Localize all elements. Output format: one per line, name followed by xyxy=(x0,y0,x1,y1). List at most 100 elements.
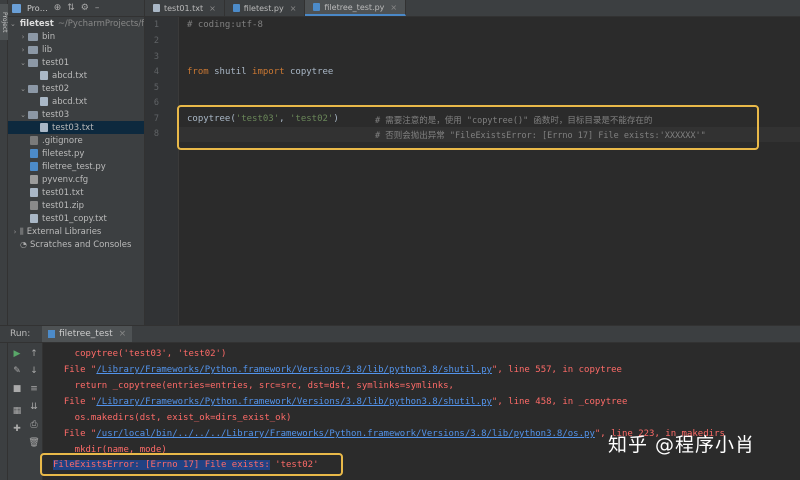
console-line: File "/Library/Frameworks/Python.framewo… xyxy=(53,397,628,407)
run-tool-bar: Run: filetree_test × xyxy=(0,325,800,343)
tree-item-test01-copy-txt[interactable]: test01_copy.txt xyxy=(8,212,144,225)
tree-item-label: filetree_test.py xyxy=(42,161,106,172)
tree-item-lib[interactable]: › lib xyxy=(8,43,144,56)
file-link[interactable]: /usr/local/bin/../../../Library/Framewor… xyxy=(96,429,595,439)
project-icon xyxy=(12,3,21,13)
tree-item-label: filetest.py xyxy=(42,148,85,159)
keyword: import xyxy=(252,67,285,77)
soft-wrap-icon[interactable]: ≡ xyxy=(28,383,40,395)
tree-item-bin[interactable]: › bin xyxy=(8,30,144,43)
scroll-to-end-icon[interactable]: ⇊ xyxy=(28,401,40,413)
arrow-up-icon[interactable]: ↑ xyxy=(28,348,40,360)
tab-label: filetree_test.py xyxy=(324,2,385,12)
tab-filetree-test-py[interactable]: filetree_test.py × xyxy=(305,0,407,16)
chevron-down-icon[interactable]: ⌄ xyxy=(18,111,28,119)
tree-item-test02[interactable]: ⌄ test02 xyxy=(8,82,144,95)
tab-test01-txt[interactable]: test01.txt × xyxy=(145,0,225,16)
tree-item-filetree-test-py[interactable]: filetree_test.py xyxy=(8,160,144,173)
folder-icon xyxy=(28,32,38,41)
text-file-icon xyxy=(40,123,48,132)
print-icon[interactable]: ⎙ xyxy=(28,419,40,431)
line-number: 8 xyxy=(153,129,159,139)
hide-icon[interactable]: – xyxy=(95,3,100,13)
console-line: copytree('test03', 'test02') xyxy=(53,349,227,359)
tree-item-label: test01 xyxy=(42,57,70,68)
close-icon[interactable]: × xyxy=(290,4,297,13)
line-number-gutter: 1 2 3 4 5 6 7 8 xyxy=(145,17,179,325)
tree-item-label: test03.txt xyxy=(52,122,94,133)
gitignore-file-icon xyxy=(30,136,38,145)
tree-item-label: test01.txt xyxy=(42,187,84,198)
layout-icon[interactable]: ▦ xyxy=(11,405,23,417)
code-text: shutil xyxy=(208,67,253,77)
tree-item-test03[interactable]: ⌄ test03 xyxy=(8,108,144,121)
tree-item-label: abcd.txt xyxy=(52,70,88,81)
text-file-icon xyxy=(40,97,48,106)
trash-icon[interactable]: 🗑 xyxy=(28,437,40,449)
left-tool-strip: Project xyxy=(0,0,8,325)
chevron-right-icon[interactable]: › xyxy=(10,228,20,236)
project-panel-title[interactable]: Pro… xyxy=(27,4,48,13)
console-line: return _copytree(entries=entries, src=sr… xyxy=(53,381,454,391)
tree-item-scratches[interactable]: ◔ Scratches and Consoles xyxy=(8,238,144,251)
console-text: File " xyxy=(53,365,97,375)
chevron-down-icon[interactable]: ⌄ xyxy=(18,59,28,67)
line-number: 2 xyxy=(153,36,159,46)
locate-icon[interactable]: ⊕ xyxy=(54,3,62,13)
tree-item-test03-txt[interactable]: test03.txt xyxy=(8,121,144,134)
console-line: File "/Library/Frameworks/Python.framewo… xyxy=(53,365,622,375)
tab-filetest-py[interactable]: filetest.py × xyxy=(225,0,306,16)
line-number: 7 xyxy=(153,114,159,124)
project-tool-tab[interactable]: Project xyxy=(0,4,8,40)
tree-item-test01[interactable]: ⌄ test01 xyxy=(8,56,144,69)
pin-icon[interactable]: ✚ xyxy=(11,423,23,435)
close-icon[interactable]: × xyxy=(390,3,397,12)
code-line-1: # coding:utf-8 xyxy=(187,20,263,30)
arrow-down-icon[interactable]: ↓ xyxy=(28,365,40,377)
tree-item-test01-abcd[interactable]: abcd.txt xyxy=(8,69,144,82)
watermark: 知乎 @程序小肖 xyxy=(608,434,756,456)
text-file-icon xyxy=(40,71,48,80)
tree-item-gitignore[interactable]: .gitignore xyxy=(8,134,144,147)
tree-item-filetest-py[interactable]: filetest.py xyxy=(8,147,144,160)
line-number: 3 xyxy=(153,52,159,62)
close-icon[interactable]: × xyxy=(209,4,216,13)
file-link[interactable]: /Library/Frameworks/Python.framework/Ver… xyxy=(96,365,492,375)
chevron-right-icon[interactable]: › xyxy=(18,33,28,41)
code-editor[interactable]: 1 2 3 4 5 6 7 8 # coding:utf-8 from shut… xyxy=(145,17,800,325)
play-icon[interactable]: ▶ xyxy=(11,348,23,360)
chevron-down-icon[interactable]: ⌄ xyxy=(18,85,28,93)
tree-item-external-libraries[interactable]: › ⫼ External Libraries xyxy=(8,225,144,238)
python-file-icon xyxy=(30,162,38,171)
run-tab[interactable]: filetree_test × xyxy=(42,326,133,342)
tree-item-test02-abcd[interactable]: abcd.txt xyxy=(8,95,144,108)
console-text: File " xyxy=(53,397,97,407)
tree-root[interactable]: ⌄ filetest ~/PycharmProjects/f xyxy=(8,17,144,30)
line-number: 5 xyxy=(153,83,159,93)
text-file-icon xyxy=(30,188,38,197)
collapse-icon[interactable]: ⇅ xyxy=(67,3,75,13)
text-file-icon xyxy=(153,4,160,12)
file-link[interactable]: /Library/Frameworks/Python.framework/Ver… xyxy=(96,397,492,407)
project-panel-header: Pro… ⊕ ⇅ ⚙ – xyxy=(8,0,144,17)
folder-icon xyxy=(28,58,38,67)
chevron-down-icon[interactable]: ⌄ xyxy=(10,20,16,28)
tree-item-test01-txt[interactable]: test01.txt xyxy=(8,186,144,199)
project-tree: ⌄ filetest ~/PycharmProjects/f › bin › l… xyxy=(8,17,144,251)
editor-tabs: test01.txt × filetest.py × filetree_test… xyxy=(145,0,800,17)
run-label: Run: xyxy=(10,329,31,339)
library-icon: ⫼ xyxy=(20,226,24,236)
stop-icon[interactable]: ■ xyxy=(11,383,23,395)
tree-item-test01-zip[interactable]: test01.zip xyxy=(8,199,144,212)
tree-item-pyvenv-cfg[interactable]: pyvenv.cfg xyxy=(8,173,144,186)
close-icon[interactable]: × xyxy=(119,329,127,339)
console-line: os.makedirs(dst, exist_ok=dirs_exist_ok) xyxy=(53,413,292,423)
wrench-icon[interactable]: ✎ xyxy=(11,365,23,377)
folder-icon xyxy=(28,84,38,93)
folder-icon xyxy=(28,110,38,119)
chevron-right-icon[interactable]: › xyxy=(18,46,28,54)
run-tab-label: filetree_test xyxy=(59,329,113,339)
project-panel: Pro… ⊕ ⇅ ⚙ – ⌄ filetest ~/PycharmProject… xyxy=(8,0,145,325)
gear-icon[interactable]: ⚙ xyxy=(81,3,89,13)
tree-item-label: test01.zip xyxy=(42,200,85,211)
